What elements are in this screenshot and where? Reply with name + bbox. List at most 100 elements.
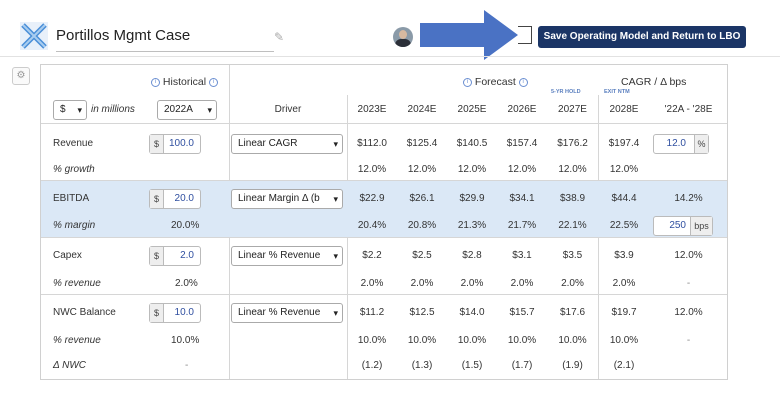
forecast-value: $12.5 [409,307,435,318]
ebitda-driver-select[interactable]: Linear Margin Δ (b ▾ [231,189,343,209]
cagr-value: 12.0% [674,307,703,318]
revenue-driver-select[interactable]: Linear CAGR ▾ [231,134,343,154]
forecast-value: $125.4 [406,138,438,149]
exit-ntm-tag: EXIT NTM [604,89,630,95]
revenue-block: Revenue $100.0 Linear CAGR ▾ $112.0 $125.… [41,124,727,180]
info-icon[interactable]: i [463,77,472,87]
capex-block: Capex $2.0 Linear % Revenue ▾ $2.2 $2.5 $… [41,238,727,294]
currency-select[interactable]: $ ▾ [53,100,87,120]
revenue-cagr-input[interactable]: 12.0% [653,134,709,154]
edit-pencil-icon[interactable]: ✎ [274,30,284,44]
forecast-value: $38.9 [559,193,586,204]
pct-value: 10.0% [357,335,387,346]
capex-hist-input[interactable]: $2.0 [149,246,201,266]
forecast-value: $34.1 [509,193,535,204]
margin-value: 20.4% [357,220,387,231]
year-header: 2023E [357,104,387,115]
operating-model-panel: i Historical i i Forecast i CAGR / Δ bps… [40,64,728,380]
nwc-hist-input[interactable]: $10.0 [149,303,201,323]
dnwc-value: (1.5) [461,360,483,371]
growth-value: 12.0% [609,164,639,175]
ebitda-block: EBITDA $20.0 Linear Margin Δ (b ▾ $22.9 $… [41,181,727,237]
row-label: % revenue [53,278,101,289]
row-label: % revenue [53,335,101,346]
forecast-value: $22.9 [359,193,385,204]
row-label: % growth [53,164,95,175]
forecast-value: $2.8 [462,250,482,261]
row-label: Capex [53,250,82,261]
save-and-return-button[interactable]: Save Operating Model and Return to LBO [538,26,746,48]
units-label: in millions [91,104,135,115]
pct-value: 2.0% [612,278,636,289]
margin-value: 21.3% [457,220,487,231]
cagr-value: - [686,278,691,289]
cagr-range-header: '22A - '28E [664,104,713,115]
ebitda-hist-input[interactable]: $20.0 [149,189,201,209]
pct-value: 2.0% [360,278,384,289]
info-icon[interactable]: i [151,77,160,87]
info-icon[interactable]: i [518,77,528,87]
growth-value: 12.0% [457,164,487,175]
forecast-value: $17.6 [559,307,586,318]
year-header: 2024E [407,104,437,115]
forecast-value: $2.5 [412,250,432,261]
forecast-value: $11.2 [359,307,385,318]
margin-bps-input[interactable]: 250 bps [653,216,713,236]
pct-value: 2.0% [510,278,534,289]
chevron-down-icon: ▾ [207,105,212,115]
forecast-value: $197.4 [608,138,640,149]
forecast-value: $157.4 [506,138,538,149]
growth-value: 12.0% [507,164,537,175]
pct-value: 10.0% [558,335,587,346]
pct-value: 2.0% [460,278,484,289]
chevron-down-icon: ▾ [333,194,338,204]
cagr-value: 14.2% [674,193,703,204]
row-label: EBITDA [53,193,90,204]
info-icon[interactable]: i [209,77,219,87]
pct-value: 2.0% [561,278,584,289]
pct-value: 10.0% [609,335,639,346]
chevron-down-icon: ▾ [333,139,338,149]
forecast-value: $112.0 [357,138,387,149]
forecast-value: $19.7 [611,307,637,318]
year-select[interactable]: 2022A ▾ [157,100,217,120]
chevron-down-icon: ▾ [333,251,338,261]
forecast-value: $3.1 [512,250,532,261]
revenue-hist-input[interactable]: $100.0 [149,134,201,154]
driver-column-header: Driver [274,104,302,115]
forecast-header: i Forecast i [463,76,528,88]
dnwc-value: (1.9) [562,360,583,371]
pct-value: 2.0% [410,278,434,289]
cagr-value: 12.0% [674,250,703,261]
cagr-value: - [686,335,691,346]
settings-gear-icon[interactable]: ⚙ [12,67,30,85]
growth-value: 12.0% [558,164,587,175]
row-label: Revenue [53,138,94,149]
row-label: Δ NWC [53,360,86,371]
dnwc-value: (1.7) [511,360,533,371]
model-title: Portillos Mgmt Case [56,27,191,44]
growth-value: 12.0% [357,164,387,175]
dnwc-value: (2.1) [613,360,635,371]
historical-header: i Historical i [151,76,219,88]
nwc-driver-select[interactable]: Linear % Revenue ▾ [231,303,343,323]
app-logo [20,22,48,50]
hist-value: 2.0% [175,278,198,289]
year-header: 2027E [558,104,587,115]
forecast-value: $140.5 [456,138,488,149]
pct-value: 10.0% [457,335,487,346]
user-avatar[interactable] [393,27,413,47]
row-divider [41,180,727,181]
row-label: % margin [53,220,96,231]
growth-value: 12.0% [407,164,437,175]
dnwc-value: (1.3) [411,360,433,371]
nwc-block: NWC Balance $10.0 Linear % Revenue ▾ $11.… [41,295,727,379]
margin-value: 22.5% [609,220,639,231]
forecast-value: $14.0 [459,307,485,318]
capex-driver-select[interactable]: Linear % Revenue ▾ [231,246,343,266]
forecast-value: $176.2 [557,138,588,149]
model-title-field[interactable]: Portillos Mgmt Case [56,26,274,52]
year-header: 2025E [457,104,487,115]
margin-value: 20.8% [407,220,437,231]
margin-value: 22.1% [558,220,587,231]
